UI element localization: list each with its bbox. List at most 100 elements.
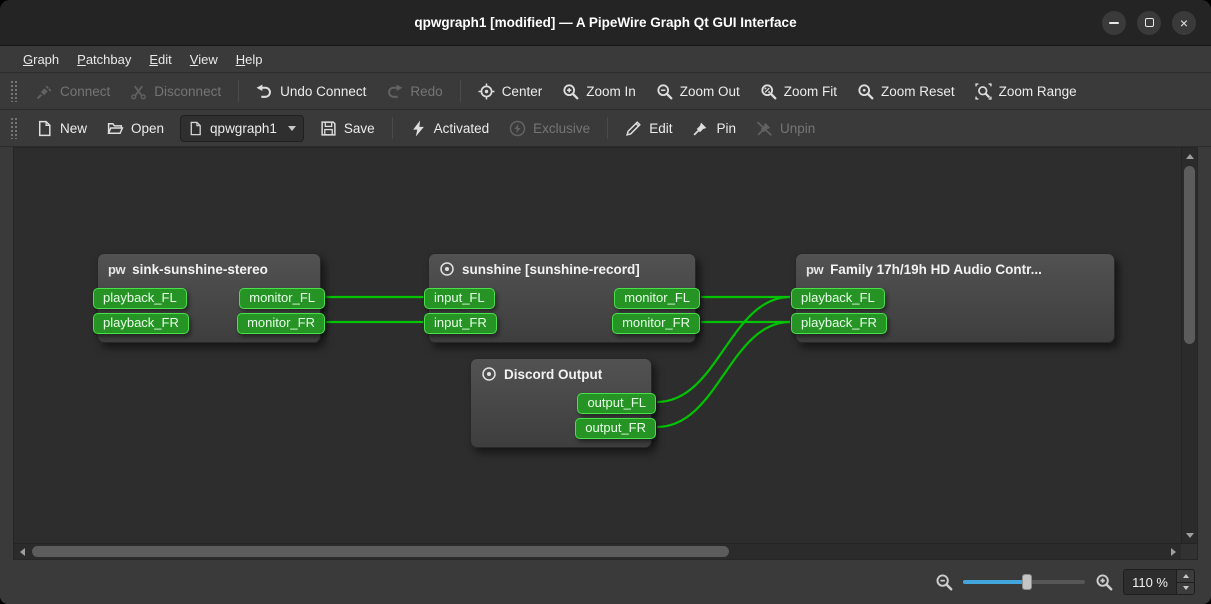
spinbox-arrows	[1176, 570, 1194, 594]
toolbar-grip[interactable]	[10, 117, 17, 139]
zoom-reset-label: Zoom Reset	[881, 84, 955, 99]
edit-pencil-icon	[625, 120, 642, 137]
zoom-out-icon[interactable]	[935, 573, 953, 591]
open-label: Open	[131, 121, 164, 136]
exclusive-button[interactable]: Exclusive	[500, 114, 599, 142]
menu-edit[interactable]: Edit	[140, 48, 180, 71]
zoom-range-button[interactable]: Zoom Range	[966, 77, 1086, 105]
node-family-hd-audio[interactable]: pw Family 17h/19h HD Audio Contr... play…	[795, 253, 1115, 343]
port-input[interactable]: input_FL	[424, 288, 495, 309]
unpin-label: Unpin	[780, 121, 815, 136]
zoom-out-button[interactable]: Zoom Out	[647, 77, 749, 105]
window-title: qpwgraph1 [modified] — A PipeWire Graph …	[0, 15, 1211, 30]
save-icon	[320, 120, 337, 137]
port-input[interactable]: playback_FL	[93, 288, 187, 309]
horizontal-scrollbar-thumb[interactable]	[32, 546, 729, 557]
statusbar: 110 %	[0, 560, 1211, 604]
scroll-up-button[interactable]	[1182, 148, 1198, 164]
activated-button[interactable]: Activated	[401, 114, 499, 142]
close-button[interactable]: ×	[1172, 11, 1196, 35]
pin-icon	[692, 120, 709, 137]
app-window: qpwgraph1 [modified] — A PipeWire Graph …	[0, 0, 1211, 604]
port-output[interactable]: output_FR	[575, 418, 656, 439]
save-button[interactable]: Save	[311, 114, 384, 142]
arrow-up-icon	[1186, 154, 1194, 159]
menu-patchbay[interactable]: Patchbay	[68, 48, 140, 71]
port-output[interactable]: output_FL	[577, 393, 656, 414]
node-header: sunshine [sunshine-record]	[429, 254, 695, 284]
port-input[interactable]: input_FR	[424, 313, 497, 334]
port-output[interactable]: monitor_FR	[612, 313, 700, 334]
pipewire-icon: pw	[108, 262, 125, 277]
undo-icon	[256, 83, 273, 100]
slider-handle[interactable]	[1022, 574, 1032, 590]
pin-button[interactable]: Pin	[683, 114, 745, 142]
record-icon	[439, 261, 455, 277]
disconnect-icon	[130, 83, 147, 100]
zoom-value[interactable]: 110 %	[1124, 570, 1176, 594]
titlebar[interactable]: qpwgraph1 [modified] — A PipeWire Graph …	[0, 0, 1211, 46]
port-output[interactable]: monitor_FR	[237, 313, 325, 334]
spin-up-button[interactable]	[1177, 570, 1194, 582]
undo-connect-button[interactable]: Undo Connect	[247, 77, 375, 105]
disconnect-button[interactable]: Disconnect	[121, 77, 230, 105]
port-output[interactable]: monitor_FL	[239, 288, 325, 309]
new-button[interactable]: New	[27, 114, 96, 142]
edit-button[interactable]: Edit	[616, 114, 681, 142]
spin-down-button[interactable]	[1177, 582, 1194, 595]
scroll-down-button[interactable]	[1182, 527, 1198, 543]
zoom-fit-icon	[760, 83, 777, 100]
scroll-right-button[interactable]	[1165, 544, 1181, 560]
menu-graph[interactable]: Graph	[14, 48, 68, 71]
port-output[interactable]: monitor_FL	[614, 288, 700, 309]
node-header: pw Family 17h/19h HD Audio Contr...	[796, 254, 1114, 284]
scroll-left-button[interactable]	[14, 544, 30, 560]
menu-help[interactable]: Help	[227, 48, 272, 71]
record-icon	[481, 366, 497, 382]
pipewire-icon: pw	[806, 262, 823, 277]
session-combobox[interactable]: qpwgraph1	[180, 115, 304, 142]
toolbar-separator	[238, 80, 239, 102]
port-input[interactable]: playback_FL	[791, 288, 885, 309]
open-button[interactable]: Open	[98, 114, 173, 142]
node-header: Discord Output	[471, 359, 651, 389]
minimize-button[interactable]	[1102, 11, 1126, 35]
node-title: Discord Output	[504, 367, 602, 382]
node-header: pw sink-sunshine-stereo	[98, 254, 320, 284]
redo-button[interactable]: Redo	[377, 77, 451, 105]
arrow-down-icon	[1186, 533, 1194, 538]
exclusive-label: Exclusive	[533, 121, 590, 136]
zoom-in-label: Zoom In	[586, 84, 636, 99]
node-sink-sunshine-stereo[interactable]: pw sink-sunshine-stereo playback_FL moni…	[97, 253, 321, 343]
zoom-spinbox[interactable]: 110 %	[1123, 569, 1195, 595]
node-discord-output[interactable]: Discord Output output_FL output_FR	[470, 358, 652, 448]
edit-label: Edit	[649, 121, 672, 136]
zoom-fit-button[interactable]: Zoom Fit	[751, 77, 846, 105]
node-title: Family 17h/19h HD Audio Contr...	[830, 262, 1042, 277]
node-sunshine[interactable]: sunshine [sunshine-record] input_FL moni…	[428, 253, 696, 343]
vertical-scrollbar-thumb[interactable]	[1184, 166, 1195, 344]
port-input[interactable]: playback_FR	[93, 313, 189, 334]
vertical-scrollbar[interactable]	[1181, 148, 1197, 543]
zoom-slider[interactable]	[963, 573, 1085, 591]
central-area: pw sink-sunshine-stereo playback_FL moni…	[0, 147, 1211, 560]
menubar: Graph Patchbay Edit View Help	[0, 46, 1211, 73]
activated-label: Activated	[434, 121, 490, 136]
toolbar-grip[interactable]	[10, 80, 17, 102]
toolbar-separator	[392, 117, 393, 139]
combobox-dropdown-icon	[288, 126, 296, 131]
menu-view[interactable]: View	[181, 48, 227, 71]
zoom-in-button[interactable]: Zoom In	[553, 77, 645, 105]
zoom-in-icon[interactable]	[1095, 573, 1113, 591]
center-button[interactable]: Center	[469, 77, 552, 105]
horizontal-scrollbar[interactable]	[14, 543, 1181, 559]
zoom-reset-button[interactable]: Zoom Reset	[848, 77, 964, 105]
zoom-reset-icon	[857, 83, 874, 100]
graph-canvas[interactable]: pw sink-sunshine-stereo playback_FL moni…	[14, 148, 1181, 543]
port-input[interactable]: playback_FR	[791, 313, 887, 334]
redo-label: Redo	[410, 84, 442, 99]
disconnect-label: Disconnect	[154, 84, 221, 99]
connect-button[interactable]: Connect	[27, 77, 119, 105]
maximize-button[interactable]	[1137, 11, 1161, 35]
unpin-button[interactable]: Unpin	[747, 114, 824, 142]
